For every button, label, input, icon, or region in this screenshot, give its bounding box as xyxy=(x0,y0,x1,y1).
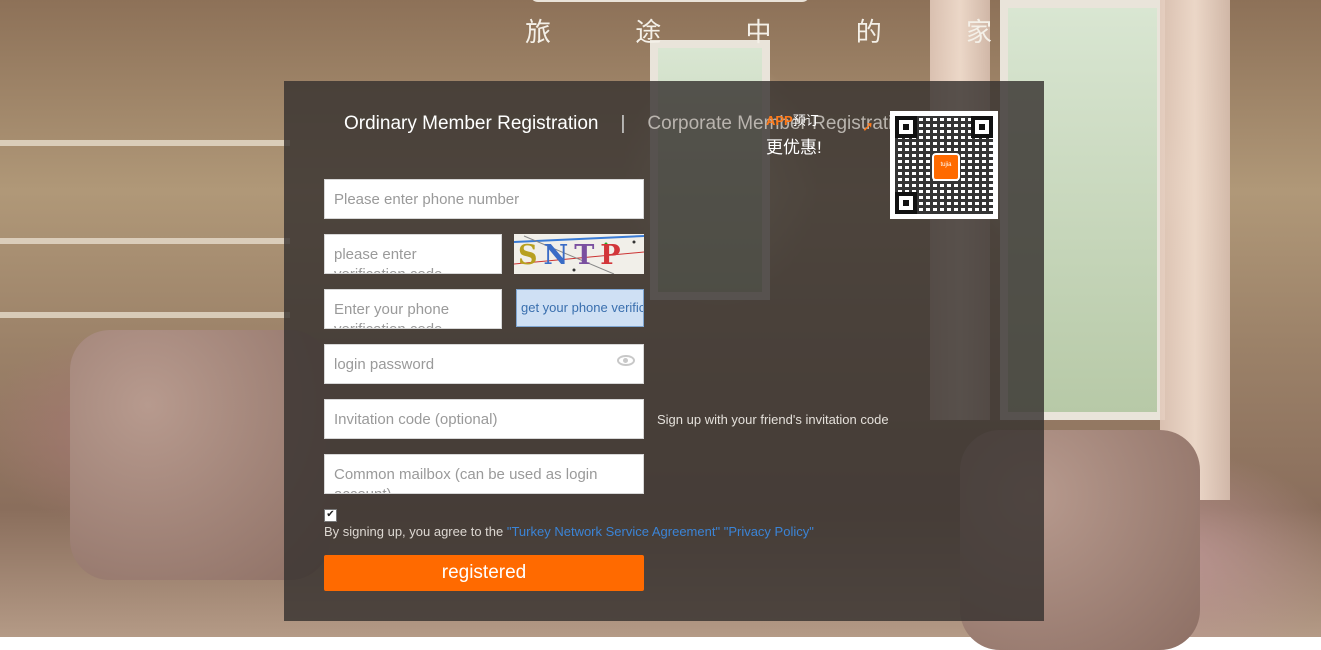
invitation-placeholder: Invitation code (optional) xyxy=(334,411,498,428)
captcha-image[interactable]: SNTP xyxy=(514,234,644,274)
qr-finder-icon xyxy=(895,116,917,138)
app-qr-code: tujia xyxy=(890,111,998,219)
captcha-char-3: T xyxy=(574,240,601,271)
qr-finder-icon xyxy=(895,192,917,214)
sms-code-input[interactable]: Enter your phone verification code xyxy=(324,289,502,329)
arrow-right-icon: ➚ xyxy=(862,118,874,134)
service-agreement-link[interactable]: "Turkey Network Service Agreement" xyxy=(507,524,720,539)
password-placeholder: login password xyxy=(334,356,435,373)
email-input[interactable]: Common mailbox (can be used as login acc… xyxy=(324,454,644,494)
phone-placeholder: Please enter phone number xyxy=(334,191,520,208)
sms-code-placeholder: Enter your phone verification code xyxy=(334,301,450,328)
captcha-char-2: N xyxy=(543,240,575,271)
email-placeholder: Common mailbox (can be used as login acc… xyxy=(334,466,598,493)
captcha-placeholder: please enter verification code xyxy=(334,246,442,273)
shelf-decor xyxy=(0,312,290,318)
app-tag: APP xyxy=(766,113,793,128)
agreement-text: By signing up, you agree to the "Turkey … xyxy=(324,524,814,539)
shelf-decor xyxy=(0,140,290,146)
tab-ordinary-member[interactable]: Ordinary Member Registration xyxy=(344,113,598,134)
app-discount-text: 更优惠! xyxy=(766,138,822,157)
invitation-hint: Sign up with your friend's invitation co… xyxy=(657,412,889,427)
register-button[interactable]: registered xyxy=(324,555,644,591)
captcha-text: SNTP xyxy=(518,240,627,271)
brand-slogan: 旅 途 中 的 家 xyxy=(525,18,1031,48)
shelf-decor xyxy=(0,238,290,244)
curtain-decor xyxy=(1160,0,1230,500)
tab-separator: | xyxy=(620,113,626,134)
qr-finder-icon xyxy=(971,116,993,138)
get-sms-code-button[interactable]: get your phone verification code xyxy=(516,289,644,327)
registration-tabs: Ordinary Member Registration | Corporate M… xyxy=(344,113,914,135)
captcha-char-4: P xyxy=(600,240,627,271)
captcha-char-1: S xyxy=(518,240,544,271)
app-book-text: 预订 xyxy=(792,113,819,128)
show-password-icon[interactable] xyxy=(617,355,635,366)
invitation-code-input[interactable]: Invitation code (optional) xyxy=(324,399,644,439)
agreement-prefix: By signing up, you agree to the xyxy=(324,524,504,539)
app-booking-label: APP预订 xyxy=(766,110,819,129)
agree-checkbox[interactable]: ✔ xyxy=(324,509,337,522)
tujia-logo-icon: tujia xyxy=(932,153,960,181)
captcha-input[interactable]: please enter verification code xyxy=(324,234,502,274)
brand-logo-mark xyxy=(530,0,810,2)
phone-input[interactable]: Please enter phone number xyxy=(324,179,644,219)
privacy-policy-link[interactable]: "Privacy Policy" xyxy=(724,524,814,539)
password-input[interactable]: login password xyxy=(324,344,644,384)
